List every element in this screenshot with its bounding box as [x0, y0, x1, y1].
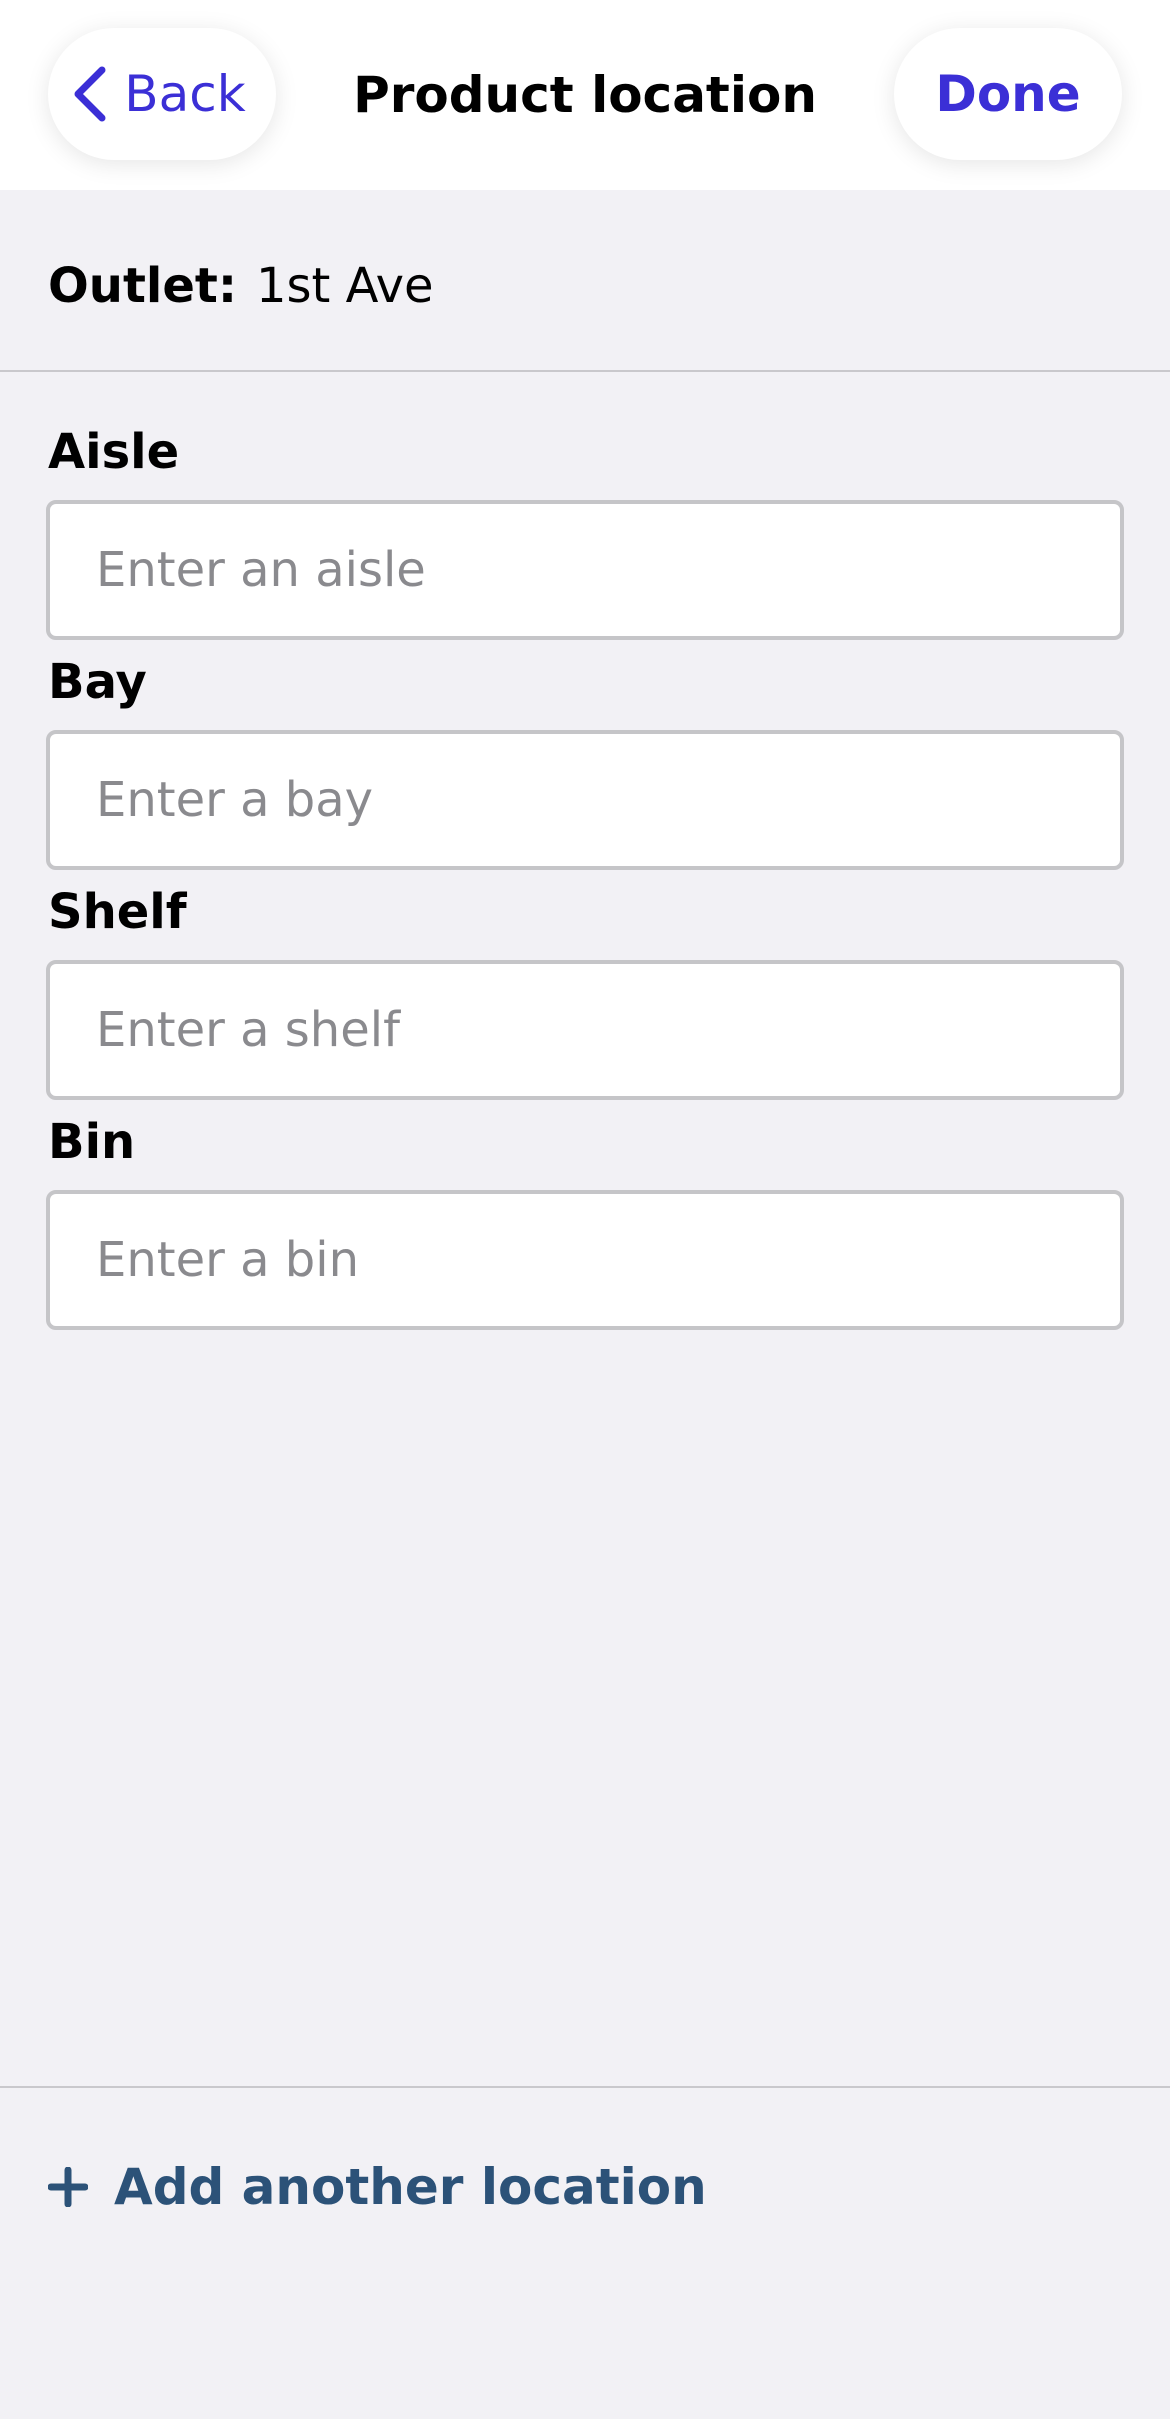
shelf-input[interactable] — [46, 960, 1124, 1100]
bin-input[interactable] — [46, 1190, 1124, 1330]
outlet-label: Outlet: — [48, 258, 238, 314]
back-button-label: Back — [124, 65, 246, 123]
outlet-row: Outlet: 1st Ave — [0, 190, 1170, 372]
chevron-left-icon — [74, 66, 106, 122]
bin-label: Bin — [48, 1114, 136, 1170]
add-another-location-label: Add another location — [114, 2158, 707, 2216]
footer-divider — [0, 2086, 1170, 2088]
nav-header: Back Product location Done — [0, 0, 1170, 190]
shelf-label: Shelf — [48, 884, 187, 940]
done-button-label: Done — [935, 65, 1081, 123]
plus-icon — [48, 2167, 88, 2207]
bay-input[interactable] — [46, 730, 1124, 870]
back-button[interactable]: Back — [48, 28, 276, 160]
done-button[interactable]: Done — [894, 28, 1122, 160]
outlet-value: 1st Ave — [256, 258, 434, 314]
bay-label: Bay — [48, 654, 147, 710]
add-another-location-button[interactable]: Add another location — [48, 2158, 707, 2216]
aisle-label: Aisle — [48, 424, 180, 480]
aisle-input[interactable] — [46, 500, 1124, 640]
